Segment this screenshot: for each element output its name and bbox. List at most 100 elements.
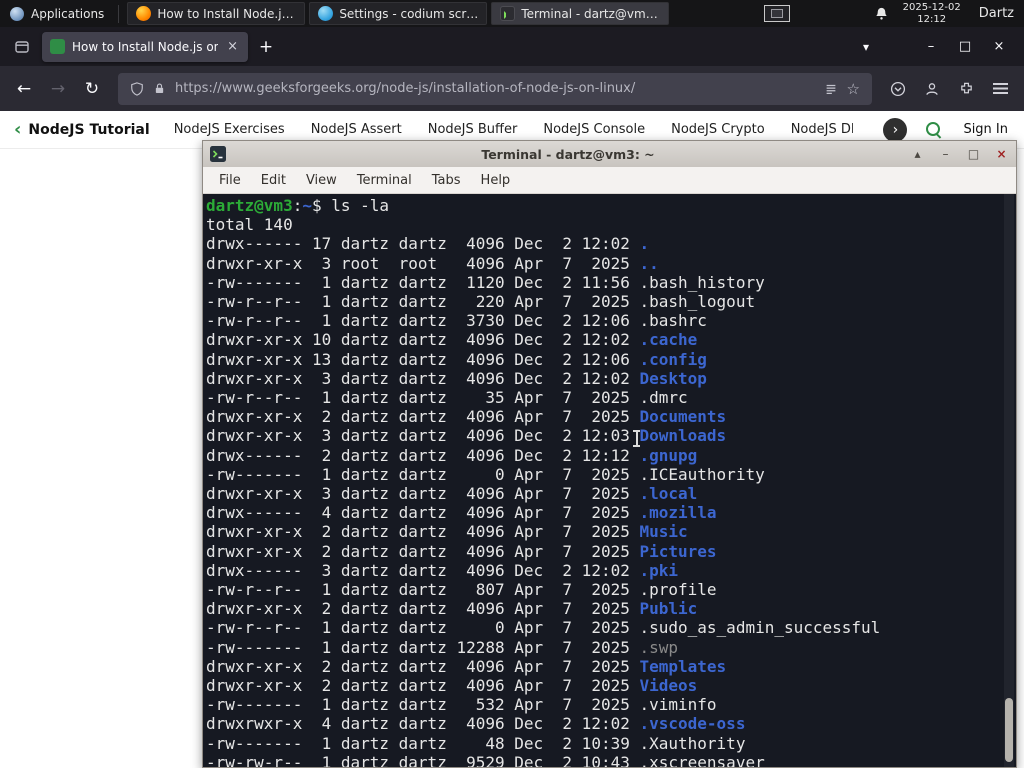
terminal-scrollbar[interactable] — [1004, 194, 1014, 767]
taskbar-item-title: Terminal - dartz@vm3: ~ — [521, 6, 661, 21]
terminal-line: drwxr-xr-x 2 dartz dartz 4096 Apr 7 2025… — [206, 656, 727, 676]
terminal-title-bar[interactable]: Terminal - dartz@vm3: ~ ▴ – □ × — [203, 141, 1016, 167]
terminal-line: -rw-r--r-- 1 dartz dartz 807 Apr 7 2025 … — [206, 580, 717, 600]
bookmark-star-icon[interactable]: ☆ — [847, 80, 860, 98]
terminal-line: drwx------ 17 dartz dartz 4096 Dec 2 12:… — [206, 234, 650, 254]
terminal-line: drwxr-xr-x 3 root root 4096 Apr 7 2025 .… — [206, 253, 659, 273]
taskbar-item-title: Settings - codium script... — [339, 6, 479, 21]
taskbar-item-title: How to Install Node.js o... — [157, 6, 297, 21]
panel-tray: 2025-12-02 12:12 Dartz — [763, 2, 1024, 26]
terminal-line: drwxrwxr-x 4 dartz dartz 4096 Dec 2 12:0… — [206, 714, 746, 734]
close-button[interactable]: × — [982, 33, 1016, 61]
site-nav-link[interactable]: NodeJS Buffer — [428, 122, 518, 137]
terminal-line: drwxr-xr-x 2 dartz dartz 4096 Apr 7 2025… — [206, 541, 717, 561]
shade-button[interactable]: ▴ — [910, 147, 925, 161]
back-icon[interactable]: ← — [8, 73, 40, 105]
taskbar-item[interactable]: Terminal - dartz@vm3: ~ — [491, 2, 670, 25]
pocket-icon[interactable] — [882, 73, 914, 105]
url-text: https://www.geeksforgeeks.org/node-js/in… — [175, 81, 636, 96]
url-bar[interactable]: https://www.geeksforgeeks.org/node-js/in… — [118, 72, 872, 105]
reload-icon[interactable]: ↻ — [76, 73, 108, 105]
terminal-line: -rw------- 1 dartz dartz 12288 Apr 7 202… — [206, 637, 679, 657]
taskbar-item[interactable]: How to Install Node.js o... — [127, 2, 306, 25]
terminal-line: drwx------ 2 dartz dartz 4096 Dec 2 12:1… — [206, 445, 698, 465]
terminal-body[interactable]: dartz@vm3:~$ ls -la total 140 drwx------ 1… — [203, 194, 1016, 767]
terminal-menubar: File Edit View Terminal Tabs Help — [203, 167, 1016, 194]
menu-icon[interactable] — [984, 73, 1016, 105]
forward-icon[interactable]: → — [42, 73, 74, 105]
site-nav-link[interactable]: NodeJS Assert — [311, 122, 402, 137]
site-nav-link[interactable]: NodeJS Console — [543, 122, 645, 137]
menu-edit[interactable]: Edit — [251, 170, 296, 191]
desktop-panel: Applications How to Install Node.js o...… — [0, 0, 1024, 27]
panel-separator — [118, 4, 120, 23]
menu-tabs[interactable]: Tabs — [422, 170, 471, 191]
browser-tab[interactable]: How to Install Node.js on... × — [42, 31, 248, 62]
workspace-icon — [770, 9, 783, 18]
nav-left-chevron-icon[interactable]: ‹ — [14, 120, 21, 139]
site-nav-link[interactable]: NodeJS DNS — [791, 122, 854, 137]
terminal-line: drwx------ 3 dartz dartz 4096 Dec 2 12:0… — [206, 560, 679, 580]
menu-view[interactable]: View — [296, 170, 347, 191]
terminal-window: Terminal - dartz@vm3: ~ ▴ – □ × File Edit… — [202, 140, 1017, 768]
terminal-line: drwxr-xr-x 13 dartz dartz 4096 Dec 2 12:… — [206, 349, 707, 369]
terminal-line: -rw------- 1 dartz dartz 1120 Dec 2 11:5… — [206, 272, 765, 292]
terminal-line: drwxr-xr-x 2 dartz dartz 4096 Apr 7 2025… — [206, 522, 688, 542]
terminal-minimize-button[interactable]: – — [938, 147, 953, 161]
notification-bell-icon[interactable] — [874, 6, 889, 21]
site-nav-links: NodeJS Exercises NodeJS Assert NodeJS Buff… — [174, 122, 854, 137]
account-icon[interactable] — [916, 73, 948, 105]
site-nav-right: › Sign In — [883, 117, 1010, 142]
menu-help[interactable]: Help — [471, 170, 521, 191]
new-tab-button[interactable]: + — [252, 33, 280, 61]
extensions-icon[interactable] — [950, 73, 982, 105]
lock-icon[interactable] — [153, 82, 166, 95]
search-icon[interactable] — [925, 121, 943, 139]
applications-menu[interactable]: Applications — [0, 0, 114, 27]
clock-date: 2025-12-02 — [902, 1, 961, 13]
terminal-line: -rw-r--r-- 1 dartz dartz 220 Apr 7 2025 … — [206, 292, 756, 312]
maximize-button[interactable]: □ — [948, 33, 982, 61]
menu-terminal[interactable]: Terminal — [347, 170, 422, 191]
nav-right-chevron-icon[interactable]: › — [883, 117, 908, 142]
firefox-icon — [136, 6, 152, 21]
terminal-line: -rw------- 1 dartz dartz 48 Dec 2 10:39 … — [206, 733, 746, 753]
browser-window-controls: – □ × — [914, 33, 1016, 61]
codium-icon — [318, 6, 334, 21]
terminal-close-button[interactable]: × — [994, 147, 1009, 161]
menu-file[interactable]: File — [209, 170, 251, 191]
site-nav-primary-label: NodeJS Tutorial — [28, 121, 150, 138]
screen: Applications How to Install Node.js o...… — [0, 0, 1024, 768]
distro-logo-icon — [10, 6, 24, 21]
terminal-window-controls: ▴ – □ × — [910, 147, 1009, 161]
applications-label: Applications — [31, 6, 105, 21]
browser-toolbar: ← → ↻ https://www.geeksforgeeks.org/node… — [0, 66, 1024, 111]
terminal-line: drwxr-xr-x 3 dartz dartz 4096 Dec 2 12:0… — [206, 368, 707, 388]
list-all-tabs-icon[interactable]: ▾ — [852, 33, 880, 61]
terminal-line: drwxr-xr-x 3 dartz dartz 4096 Dec 2 12:0… — [206, 426, 727, 446]
taskbar-item[interactable]: Settings - codium script... — [309, 2, 488, 25]
terminal-line: total 140 — [206, 215, 293, 235]
terminal-line: -rw-rw-r-- 1 dartz dartz 9529 Dec 2 10:4… — [206, 752, 765, 767]
panel-clock[interactable]: 2025-12-02 12:12 — [903, 2, 961, 26]
tracking-shield-icon[interactable] — [130, 81, 144, 96]
site-nav-primary[interactable]: ‹ NodeJS Tutorial — [14, 120, 150, 139]
terminal-line: drwxr-xr-x 2 dartz dartz 4096 Apr 7 2025… — [206, 599, 698, 619]
firefox-view-icon[interactable] — [8, 33, 36, 61]
workspace-switcher[interactable] — [763, 5, 790, 22]
tab-title: How to Install Node.js on... — [72, 39, 219, 54]
minimize-button[interactable]: – — [914, 33, 948, 61]
terminal-scrollbar-thumb[interactable] — [1005, 698, 1013, 762]
sign-in-button[interactable]: Sign In — [961, 118, 1010, 141]
terminal-maximize-button[interactable]: □ — [966, 147, 981, 161]
panel-user: Dartz — [978, 6, 1014, 21]
site-nav-link[interactable]: NodeJS Exercises — [174, 122, 285, 137]
taskbar-items: How to Install Node.js o... Settings - co… — [123, 0, 670, 27]
tab-close-icon[interactable]: × — [225, 39, 240, 54]
terminal-line: -rw-r--r-- 1 dartz dartz 35 Apr 7 2025 .… — [206, 388, 688, 408]
site-nav-link[interactable]: NodeJS Crypto — [671, 122, 765, 137]
terminal-line: dartz@vm3:~$ ls -la — [206, 196, 390, 215]
reader-mode-icon[interactable] — [824, 82, 838, 96]
terminal-line: drwxr-xr-x 2 dartz dartz 4096 Apr 7 2025… — [206, 407, 727, 427]
terminal-app-icon — [210, 146, 226, 162]
